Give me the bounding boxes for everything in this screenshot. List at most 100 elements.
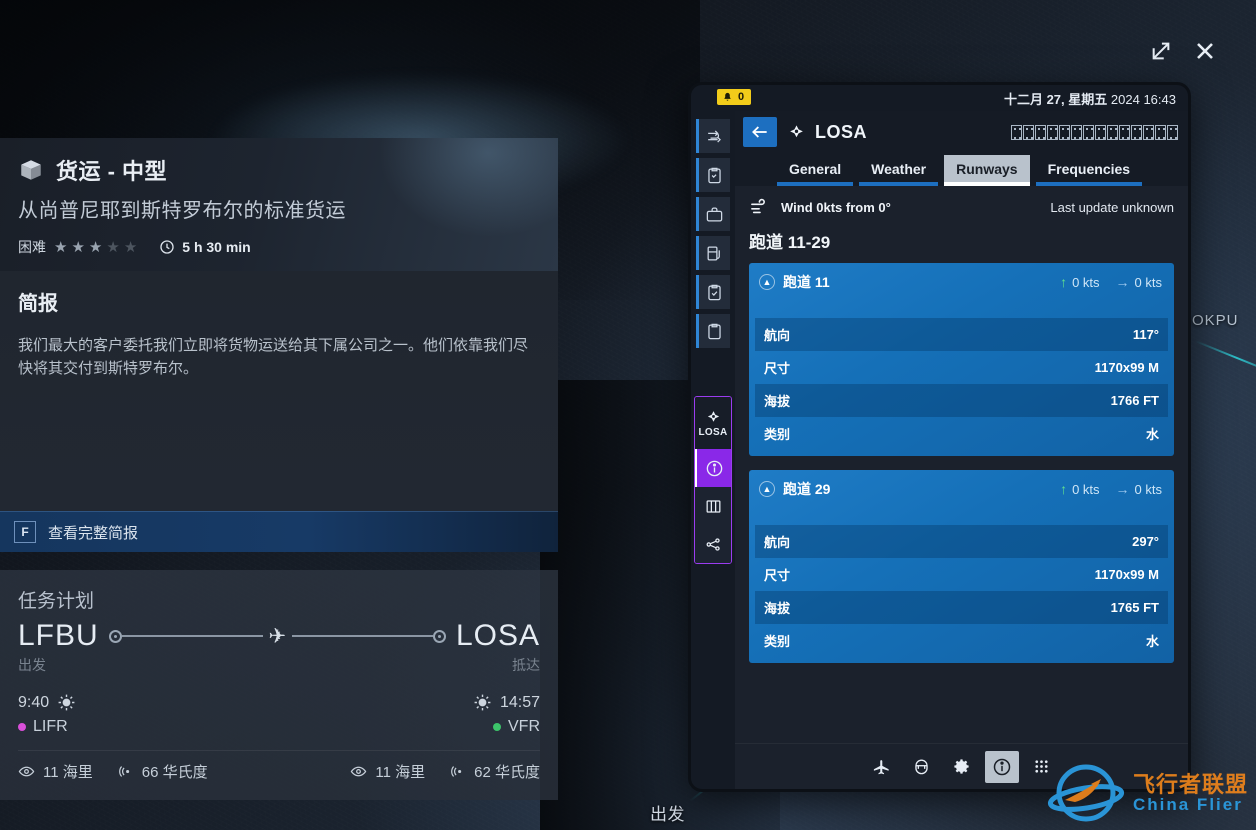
rail-airport-network[interactable] bbox=[694, 525, 732, 563]
headwind-group: ↑ 0 kts bbox=[1060, 274, 1099, 290]
star-filled: ★ bbox=[54, 240, 67, 255]
missing-glyph-box bbox=[1155, 125, 1166, 140]
briefing-heading: 简报 bbox=[18, 287, 540, 316]
sun-icon bbox=[473, 693, 492, 712]
footer-aircraft-button[interactable] bbox=[865, 751, 899, 783]
clock-icon bbox=[159, 239, 175, 255]
footer-pilot-button[interactable] bbox=[905, 751, 939, 783]
crosswind-value: 0 kts bbox=[1135, 275, 1162, 290]
runway-detail-rows: 航向 117° 尺寸 1170x99 M 海拔 1766 FT bbox=[749, 318, 1174, 456]
columns-layout-icon bbox=[704, 497, 723, 516]
efb-top-strip: 0 十二月 27, 星期五 2024 16:43 bbox=[691, 85, 1188, 111]
chevron-up-icon[interactable]: ▲ bbox=[759, 274, 775, 290]
mission-plan-heading: 任务计划 bbox=[18, 586, 540, 613]
watermark-en: China Flier bbox=[1133, 796, 1248, 814]
notification-badge[interactable]: 0 bbox=[717, 89, 751, 105]
efb-main-content: LOSA bbox=[735, 111, 1188, 789]
runway-list[interactable]: ▲ 跑道 11 ↑ 0 kts → 0 kts bbox=[735, 263, 1188, 743]
rail-item-checklist[interactable] bbox=[696, 158, 730, 192]
efb-sidebar-rail: LOSA bbox=[691, 111, 735, 789]
footer-info-button[interactable] bbox=[985, 751, 1019, 783]
chevron-up-icon[interactable]: ▲ bbox=[759, 481, 775, 497]
route-row: LFBU ✈ LOSA bbox=[18, 619, 540, 653]
map-label-departure: 出发 bbox=[650, 800, 685, 825]
star-empty: ★ bbox=[106, 240, 119, 255]
headwind-group: ↑ 0 kts bbox=[1060, 481, 1099, 497]
weather-details-row: 11 海里 66 华氏度 11 海 bbox=[18, 750, 540, 790]
status-dot-lifr bbox=[18, 723, 26, 731]
mission-panel: 货运 - 中型 从尚普尼耶到斯特罗布尔的标准货运 困难 ★ ★ ★ ★ ★ bbox=[0, 138, 558, 800]
star-filled: ★ bbox=[89, 240, 102, 255]
row-key: 类别 bbox=[764, 424, 790, 443]
wind-last-update: Last update unknown bbox=[1050, 200, 1174, 215]
table-row: 类别 水 bbox=[755, 417, 1168, 450]
route-end-dot bbox=[433, 630, 446, 643]
difficulty-group: 困难 ★ ★ ★ ★ ★ bbox=[18, 237, 137, 257]
missing-glyph-box bbox=[1011, 125, 1022, 140]
missing-glyph-box bbox=[1083, 125, 1094, 140]
efb-body: LOSA bbox=[691, 111, 1188, 789]
departure-visibility-item: 11 海里 bbox=[18, 761, 93, 782]
row-value: 1170x99 M bbox=[1095, 567, 1159, 582]
missing-glyph-box bbox=[1023, 125, 1034, 140]
app-root: OKPU 出发 货运 - 中型 从尚普尼耶到斯特罗 bbox=[0, 0, 1256, 830]
network-nodes-icon bbox=[704, 535, 723, 554]
rail-airport-header[interactable]: LOSA bbox=[694, 397, 732, 449]
arrival-icao: LOSA bbox=[456, 619, 540, 653]
rail-item-checklist-done[interactable] bbox=[696, 275, 730, 309]
rail-airport-info[interactable] bbox=[694, 449, 732, 487]
rail-item-flight-plan[interactable] bbox=[696, 119, 730, 153]
efb-panel: 0 十二月 27, 星期五 2024 16:43 bbox=[688, 82, 1191, 792]
runway-wind-components: ↑ 0 kts → 0 kts bbox=[1060, 481, 1162, 497]
rail-airport-code: LOSA bbox=[699, 427, 728, 438]
back-button[interactable] bbox=[743, 117, 777, 147]
runway-wind-components: ↑ 0 kts → 0 kts bbox=[1060, 274, 1162, 290]
runway-name: 跑道 29 bbox=[783, 479, 830, 499]
row-key: 尺寸 bbox=[764, 358, 790, 377]
tab-frequencies[interactable]: Frequencies bbox=[1036, 155, 1142, 186]
flight-rules-row: LIFR VFR bbox=[18, 718, 540, 736]
rail-airport-layout[interactable] bbox=[694, 487, 732, 525]
tab-runways[interactable]: Runways bbox=[944, 155, 1029, 186]
row-key: 航向 bbox=[764, 532, 790, 551]
status-dot-vfr bbox=[493, 723, 501, 731]
mission-header: 货运 - 中型 从尚普尼耶到斯特罗布尔的标准货运 困难 ★ ★ ★ ★ ★ bbox=[0, 138, 558, 271]
mission-title: 货运 - 中型 bbox=[56, 154, 167, 186]
rail-item-briefcase[interactable] bbox=[696, 197, 730, 231]
arrival-temperature-item: 62 华氏度 bbox=[449, 761, 540, 782]
bell-icon bbox=[722, 92, 733, 103]
tab-general[interactable]: General bbox=[777, 155, 853, 186]
checklist-clipboard-icon bbox=[705, 166, 724, 185]
footer-settings-button[interactable] bbox=[945, 751, 979, 783]
view-full-briefing-button[interactable]: F 查看完整简报 bbox=[0, 511, 558, 552]
arrow-up-icon: ↑ bbox=[1060, 481, 1067, 497]
rail-item-fuel-payload[interactable] bbox=[696, 236, 730, 270]
missing-glyph-box bbox=[1035, 125, 1046, 140]
runway-card[interactable]: ▲ 跑道 11 ↑ 0 kts → 0 kts bbox=[749, 263, 1174, 456]
pilot-head-icon bbox=[912, 757, 931, 776]
row-value: 水 bbox=[1146, 631, 1159, 650]
china-flier-logo-icon bbox=[1047, 762, 1125, 824]
efb-date-weekday: 星期五 bbox=[1068, 92, 1107, 107]
table-row: 航向 297° bbox=[755, 525, 1168, 558]
runway-card-header[interactable]: ▲ 跑道 29 ↑ 0 kts → 0 kts bbox=[749, 470, 1174, 525]
fuel-payload-icon bbox=[705, 244, 724, 263]
runway-card[interactable]: ▲ 跑道 29 ↑ 0 kts → 0 kts bbox=[749, 470, 1174, 663]
arrow-right-icon: → bbox=[1116, 274, 1130, 290]
arrival-rules-label: VFR bbox=[508, 718, 540, 736]
route-start-dot bbox=[109, 630, 122, 643]
arrival-time: 14:57 bbox=[500, 694, 540, 712]
notification-count: 0 bbox=[738, 91, 744, 103]
rail-item-clipboard[interactable] bbox=[696, 314, 730, 348]
headwind-value: 0 kts bbox=[1072, 482, 1099, 497]
close-button[interactable] bbox=[1188, 34, 1222, 68]
arrow-up-icon: ↑ bbox=[1060, 274, 1067, 290]
popout-window-button[interactable] bbox=[1144, 34, 1178, 68]
efb-header-row: LOSA bbox=[743, 117, 1178, 147]
runway-name: 跑道 11 bbox=[783, 272, 830, 292]
arrival-time-group: 14:57 bbox=[473, 693, 540, 712]
tab-weather[interactable]: Weather bbox=[859, 155, 938, 186]
runway-card-header[interactable]: ▲ 跑道 11 ↑ 0 kts → 0 kts bbox=[749, 263, 1174, 318]
row-value: 水 bbox=[1146, 424, 1159, 443]
departure-time: 9:40 bbox=[18, 694, 49, 712]
